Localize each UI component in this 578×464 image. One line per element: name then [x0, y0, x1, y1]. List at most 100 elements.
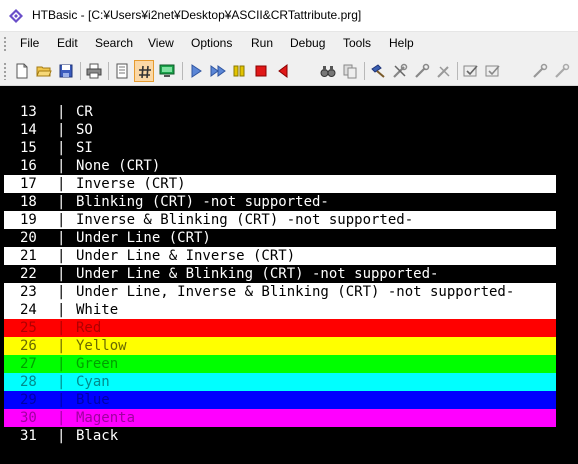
line-number: 14	[20, 122, 37, 138]
menu-tools[interactable]: Tools	[343, 36, 371, 50]
line-text: Inverse (CRT)	[76, 176, 186, 192]
line-text: Under Line & Blinking (CRT) -not support…	[76, 266, 439, 282]
menu-options[interactable]: Options	[191, 36, 232, 50]
settings2-icon[interactable]	[552, 60, 572, 82]
line-text: Under Line, Inverse & Blinking (CRT) -no…	[76, 284, 515, 300]
line-separator: |	[57, 230, 66, 246]
line-text: SO	[76, 122, 93, 138]
code-line[interactable]: 24 | White	[4, 301, 556, 319]
binoculars-icon[interactable]	[318, 60, 338, 82]
line-separator: |	[57, 284, 66, 300]
line-separator: |	[57, 266, 66, 282]
line-number: 27	[20, 356, 37, 372]
line-text: Under Line (CRT)	[76, 230, 211, 246]
line-separator: |	[57, 338, 66, 354]
toolbar-grip[interactable]	[3, 62, 7, 80]
toolbar-separator	[457, 62, 458, 80]
toolbar-separator	[80, 62, 81, 80]
code-line[interactable]: 31 | Black	[4, 427, 556, 445]
code-line[interactable]: 23 | Under Line, Inverse & Blinking (CRT) …	[4, 283, 556, 301]
code-line[interactable]: 16 | None (CRT)	[4, 157, 556, 175]
stop-icon[interactable]	[251, 60, 271, 82]
print-icon[interactable]	[84, 60, 104, 82]
open-folder-icon[interactable]	[34, 60, 54, 82]
tools2-icon[interactable]	[434, 60, 454, 82]
line-separator: |	[57, 176, 66, 192]
check2-icon[interactable]	[483, 60, 503, 82]
menu-help[interactable]: Help	[389, 36, 414, 50]
line-text: Magenta	[76, 410, 136, 426]
step-icon[interactable]	[208, 60, 228, 82]
line-text: White	[76, 302, 119, 318]
settings-icon[interactable]	[530, 60, 550, 82]
htbasic-logo-icon	[9, 9, 23, 23]
line-text: CR	[76, 104, 93, 120]
code-line[interactable]: 22 | Under Line & Blinking (CRT) -not supp…	[4, 265, 556, 283]
replace-icon[interactable]	[340, 60, 360, 82]
new-file-icon[interactable]	[12, 60, 32, 82]
line-text: SI	[76, 140, 93, 156]
line-separator: |	[57, 320, 66, 336]
code-line[interactable]: 18 | Blinking (CRT) -not supported-	[4, 193, 556, 211]
menu-edit[interactable]: Edit	[57, 36, 78, 50]
code-line[interactable]: 14 | SO	[4, 121, 556, 139]
line-number: 29	[20, 392, 37, 408]
title-bar: HTBasic - [C:¥Users¥i2net¥Desktop¥ASCII&…	[0, 0, 578, 32]
line-text: Red	[76, 320, 102, 336]
line-number: 21	[20, 248, 37, 264]
code-line[interactable]: 15 | SI	[4, 139, 556, 157]
code-editor[interactable]: 13 | CR 14 | SO 15 | SI 16 | None (CRT) 17 | Inverse (…	[0, 86, 578, 464]
line-separator: |	[57, 428, 66, 444]
line-text: Blue	[76, 392, 110, 408]
line-text: Under Line & Inverse (CRT)	[76, 248, 296, 264]
code-line[interactable]: 21 | Under Line & Inverse (CRT)	[4, 247, 556, 265]
wrench-icon[interactable]	[412, 60, 432, 82]
hash-icon[interactable]	[134, 60, 154, 82]
menu-debug[interactable]: Debug	[290, 36, 325, 50]
code-line[interactable]: 25 | Red	[4, 319, 556, 337]
code-line[interactable]: 26 | Yellow	[4, 337, 556, 355]
code-line[interactable]: 19 | Inverse & Blinking (CRT) -not support…	[4, 211, 556, 229]
line-text: None (CRT)	[76, 158, 161, 174]
screen-icon[interactable]	[157, 60, 177, 82]
line-text: Black	[76, 428, 119, 444]
tools-icon[interactable]	[390, 60, 410, 82]
code-line[interactable]: 29 | Blue	[4, 391, 556, 409]
line-separator: |	[57, 410, 66, 426]
code-line[interactable]: 28 | Cyan	[4, 373, 556, 391]
line-text: Green	[76, 356, 119, 372]
line-number: 30	[20, 410, 37, 426]
back-icon[interactable]	[273, 60, 293, 82]
menubar-grip[interactable]	[3, 36, 7, 52]
code-line[interactable]: 20 | Under Line (CRT)	[4, 229, 556, 247]
play-icon[interactable]	[186, 60, 206, 82]
menu-file[interactable]: File	[20, 36, 39, 50]
line-separator: |	[57, 194, 66, 210]
code-line[interactable]: 27 | Green	[4, 355, 556, 373]
pause-icon[interactable]	[229, 60, 249, 82]
toolbar-separator	[108, 62, 109, 80]
notes-icon[interactable]	[112, 60, 132, 82]
line-number: 16	[20, 158, 37, 174]
line-text: Yellow	[76, 338, 127, 354]
line-number: 26	[20, 338, 37, 354]
toolbar	[0, 56, 578, 140]
line-text: Cyan	[76, 374, 110, 390]
hammer-icon[interactable]	[368, 60, 388, 82]
menu-view[interactable]: View	[148, 36, 174, 50]
line-separator: |	[57, 248, 66, 264]
menu-search[interactable]: Search	[95, 36, 133, 50]
save-icon[interactable]	[56, 60, 76, 82]
code-line[interactable]: 30 | Magenta	[4, 409, 556, 427]
code-line[interactable]: 13 | CR	[4, 103, 556, 121]
check-icon[interactable]	[461, 60, 481, 82]
menu-run[interactable]: Run	[251, 36, 273, 50]
line-number: 22	[20, 266, 37, 282]
line-text: Inverse & Blinking (CRT) -not supported-	[76, 212, 414, 228]
code-line[interactable]: 17 | Inverse (CRT)	[4, 175, 556, 193]
toolbar-separator	[364, 62, 365, 80]
line-number: 13	[20, 104, 37, 120]
line-number: 23	[20, 284, 37, 300]
line-separator: |	[57, 392, 66, 408]
line-separator: |	[57, 122, 66, 138]
